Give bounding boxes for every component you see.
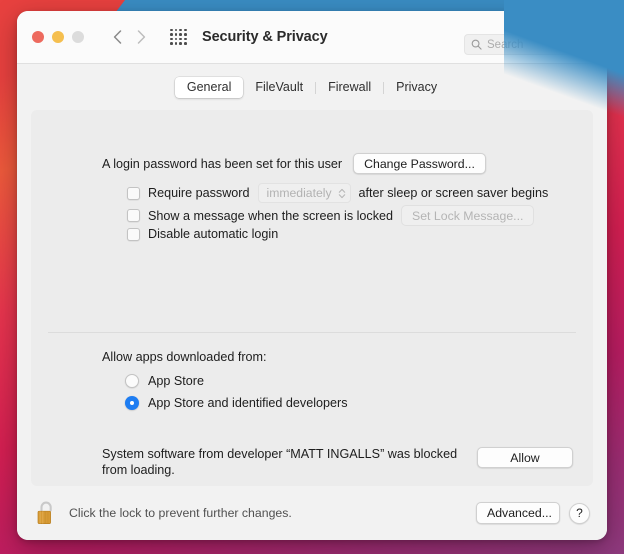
security-privacy-window: Security & Privacy Search General FileVa… — [17, 11, 607, 540]
require-password-label: Require password — [148, 186, 250, 200]
tab-filevault[interactable]: FileVault — [243, 77, 315, 98]
search-field[interactable]: Search — [464, 34, 593, 55]
change-password-button[interactable]: Change Password... — [353, 153, 486, 174]
window-bottom-bar: Click the lock to prevent further change… — [17, 486, 607, 540]
chevron-updown-icon — [338, 187, 346, 200]
allow-apps-label: Allow apps downloaded from: — [102, 350, 267, 364]
page-title: Security & Privacy — [202, 29, 328, 45]
radio-option-app-store-row[interactable]: App Store — [125, 374, 204, 388]
app-store-identified-developers-label: App Store and identified developers — [148, 396, 348, 410]
search-icon — [471, 39, 482, 50]
disable-auto-login-row: Disable automatic login — [127, 227, 278, 241]
app-store-identified-developers-radio[interactable] — [125, 396, 139, 410]
section-divider — [48, 332, 576, 333]
blocked-software-notice: System software from developer “MATT ING… — [102, 447, 458, 477]
app-store-radio[interactable] — [125, 374, 139, 388]
disable-auto-login-checkbox[interactable] — [127, 227, 140, 241]
desktop-wallpaper: Security & Privacy Search General FileVa… — [0, 0, 624, 554]
general-settings-panel: A login password has been set for this u… — [31, 110, 593, 486]
set-lock-message-button[interactable]: Set Lock Message... — [401, 205, 535, 226]
close-button[interactable] — [32, 31, 44, 43]
require-password-suffix-label: after sleep or screen saver begins — [358, 186, 549, 200]
forward-chevron-right-icon[interactable] — [130, 25, 152, 49]
navigation-buttons — [106, 25, 152, 49]
tab-firewall[interactable]: Firewall — [316, 77, 383, 98]
tab-general[interactable]: General — [174, 77, 244, 98]
help-button[interactable]: ? — [569, 502, 590, 524]
window-titlebar: Security & Privacy Search — [17, 11, 607, 64]
minimize-button[interactable] — [52, 31, 64, 43]
require-password-checkbox[interactable] — [127, 186, 140, 200]
zoom-button[interactable] — [72, 31, 84, 43]
back-chevron-left-icon[interactable] — [106, 25, 128, 49]
lock-hint-text: Click the lock to prevent further change… — [69, 506, 292, 520]
allow-button[interactable]: Allow — [477, 447, 573, 468]
advanced-button[interactable]: Advanced... — [476, 502, 560, 524]
traffic-light-group — [32, 31, 84, 43]
disable-auto-login-label: Disable automatic login — [148, 227, 279, 241]
radio-option-identified-developers-row[interactable]: App Store and identified developers — [125, 396, 348, 410]
interval-value: immediately — [266, 186, 332, 200]
show-all-app-grid-icon[interactable] — [170, 28, 187, 46]
show-lock-message-label: Show a message when the screen is locked — [148, 208, 394, 223]
require-password-row: Require password immediately after sleep… — [127, 183, 548, 203]
blocked-software-section: System software from developer “MATT ING… — [102, 446, 573, 478]
login-password-row: A login password has been set for this u… — [102, 153, 486, 174]
show-lock-message-checkbox[interactable] — [127, 209, 140, 222]
app-store-label: App Store — [148, 374, 205, 388]
require-password-interval-dropdown[interactable]: immediately — [257, 183, 351, 203]
tab-privacy[interactable]: Privacy — [384, 77, 449, 98]
login-password-status: A login password has been set for this u… — [102, 156, 343, 171]
show-lock-message-row: Show a message when the screen is locked… — [127, 205, 535, 226]
tab-bar: General FileVault Firewall Privacy — [17, 64, 607, 110]
unlocked-padlock-icon[interactable] — [33, 498, 59, 528]
bottom-actions: Advanced... ? — [476, 502, 590, 524]
search-placeholder: Search — [487, 38, 524, 51]
